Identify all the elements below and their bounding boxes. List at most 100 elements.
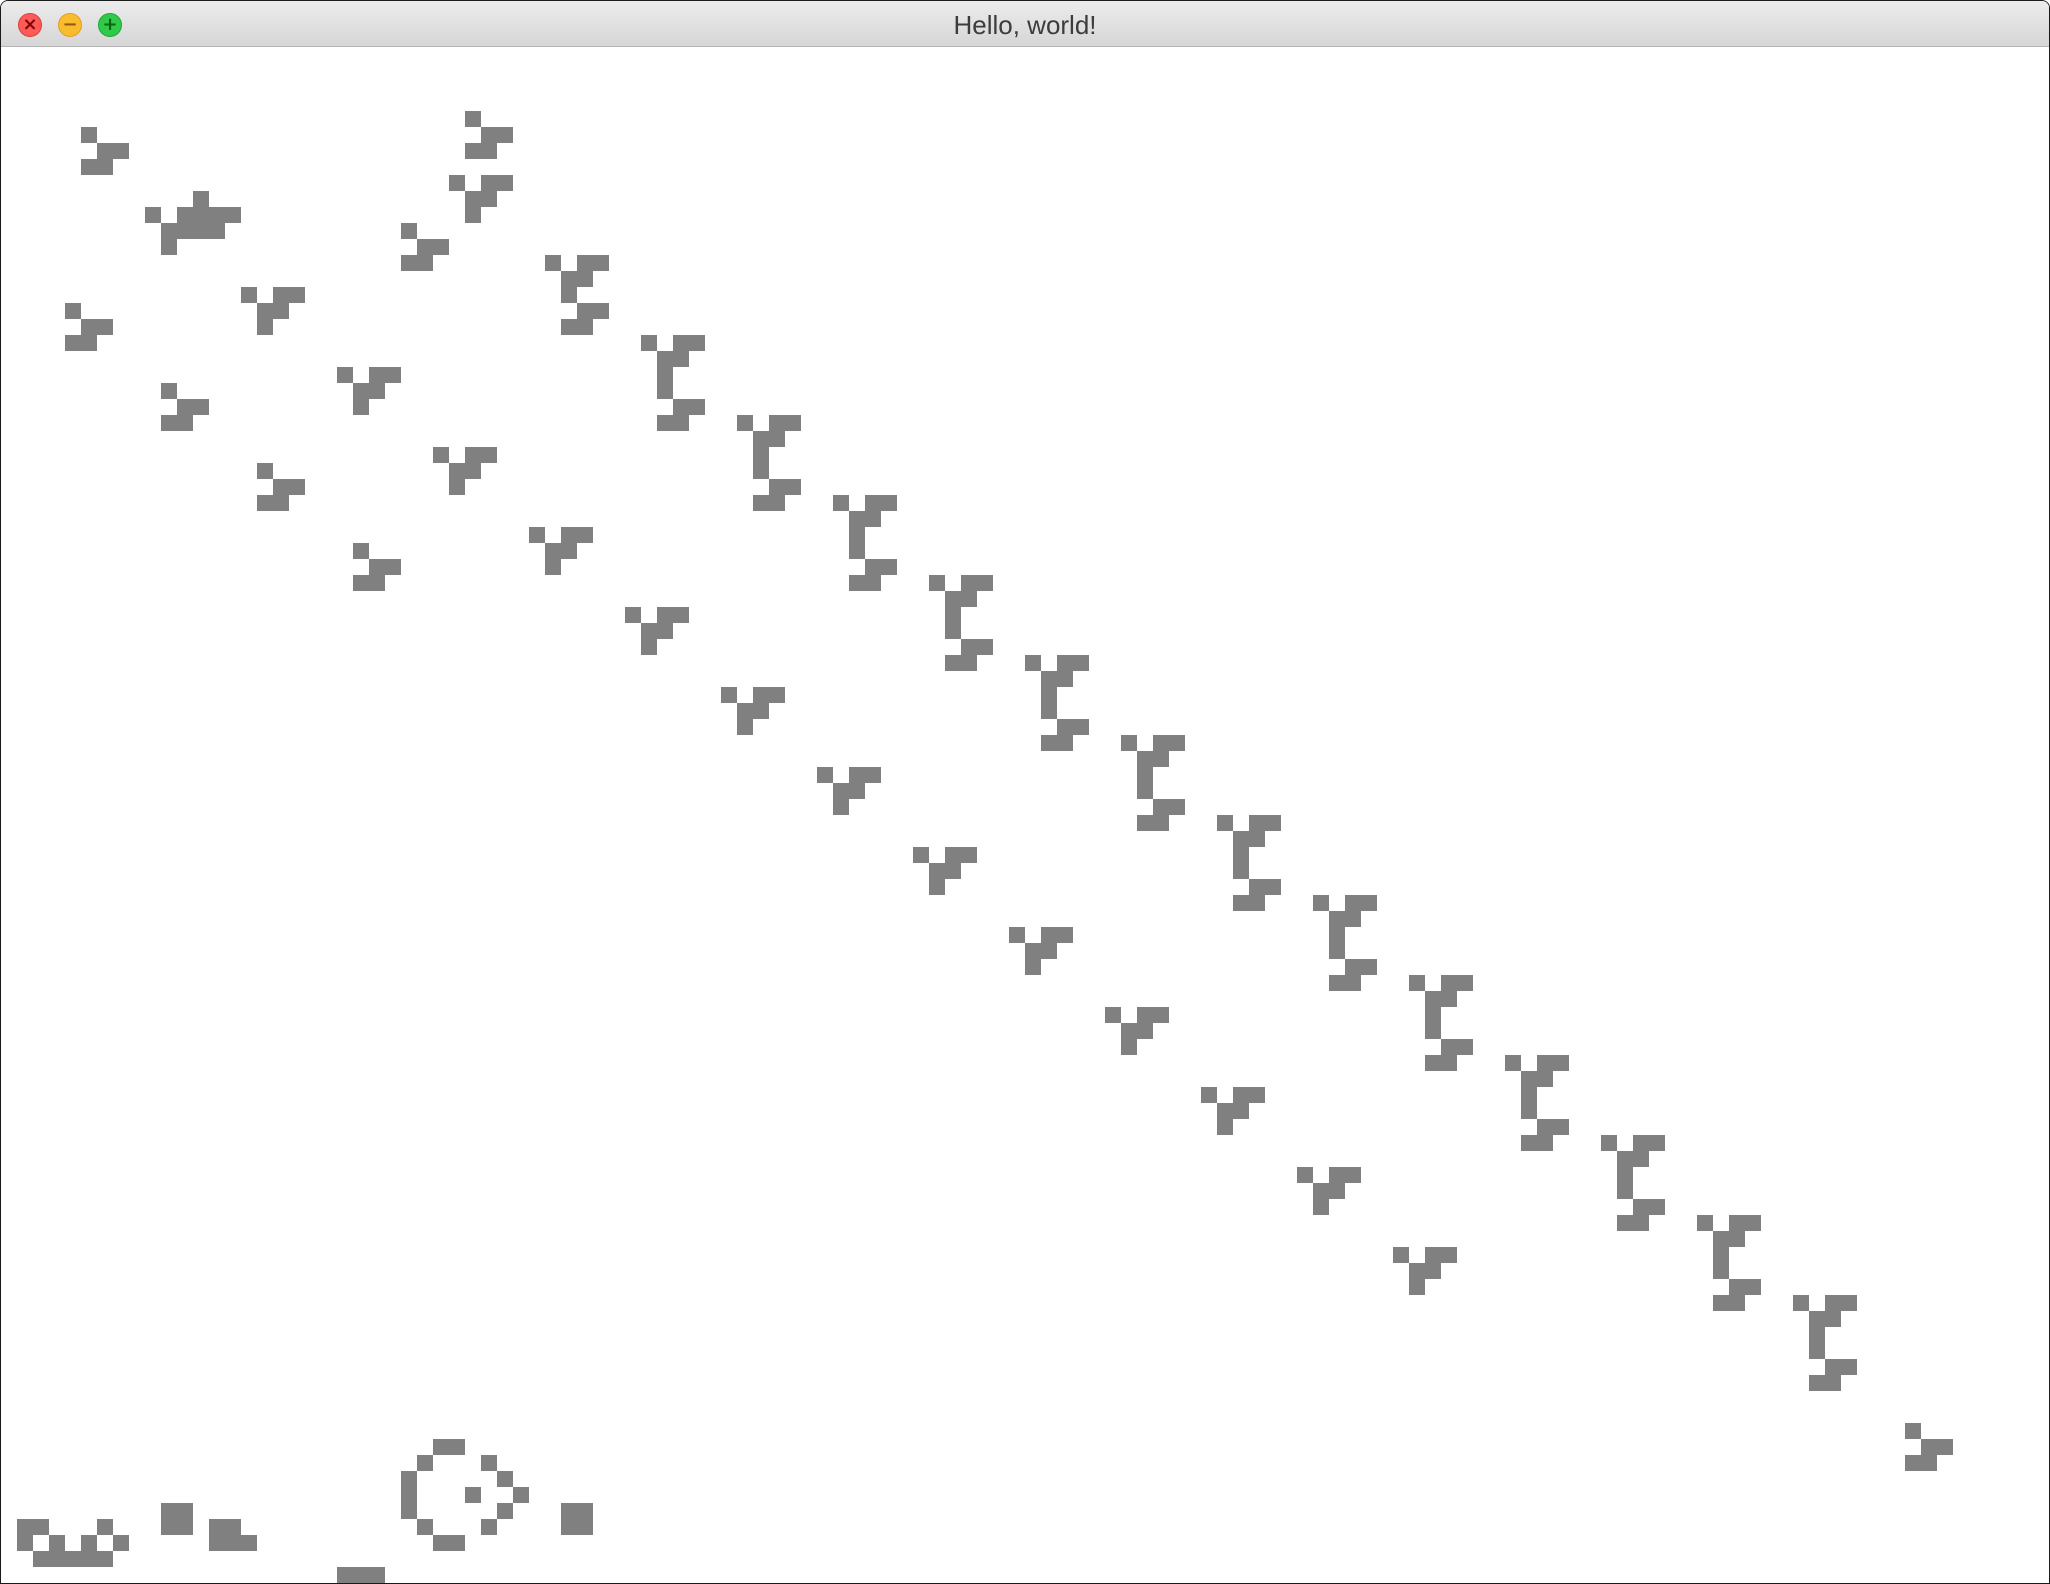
live-cell (673, 399, 689, 415)
live-cell (97, 1551, 113, 1567)
live-cell (577, 303, 593, 319)
live-cell (1233, 1103, 1249, 1119)
live-cell (961, 591, 977, 607)
live-cell (657, 351, 673, 367)
live-cell (1345, 895, 1361, 911)
live-cell (785, 479, 801, 495)
live-cell (1041, 703, 1057, 719)
live-cell (433, 1439, 449, 1455)
live-cell (1537, 1119, 1553, 1135)
live-cell (369, 575, 385, 591)
live-cell (849, 527, 865, 543)
live-cell (81, 1535, 97, 1551)
live-cell (1441, 1247, 1457, 1263)
live-cell (1633, 1199, 1649, 1215)
live-cell (161, 383, 177, 399)
live-cell (1265, 815, 1281, 831)
live-cell (1649, 1135, 1665, 1151)
title-bar[interactable]: × − + Hello, world! (1, 1, 2049, 47)
live-cell (1713, 1247, 1729, 1263)
live-cell (1537, 1135, 1553, 1151)
live-cell (1713, 1231, 1729, 1247)
live-cell (177, 1503, 193, 1519)
live-cell (753, 495, 769, 511)
live-cell (833, 495, 849, 511)
live-cell (449, 479, 465, 495)
live-cell (945, 863, 961, 879)
live-cell (1425, 1055, 1441, 1071)
live-cell (1233, 831, 1249, 847)
live-cell (673, 335, 689, 351)
live-cell (417, 239, 433, 255)
live-cell (1361, 959, 1377, 975)
live-cell (481, 447, 497, 463)
live-cell (1825, 1375, 1841, 1391)
live-cell (497, 1471, 513, 1487)
live-cell (945, 607, 961, 623)
live-cell (1217, 1103, 1233, 1119)
live-cell (1841, 1295, 1857, 1311)
live-cell (481, 1519, 497, 1535)
live-cell (369, 383, 385, 399)
live-cell (1329, 943, 1345, 959)
live-cell (577, 1519, 593, 1535)
live-cell (1329, 911, 1345, 927)
live-cell (65, 335, 81, 351)
live-cell (161, 415, 177, 431)
live-cell (241, 1535, 257, 1551)
live-cell (1537, 1055, 1553, 1071)
live-cell (1841, 1359, 1857, 1375)
live-cell (1905, 1423, 1921, 1439)
live-cell (1441, 975, 1457, 991)
live-cell (577, 1503, 593, 1519)
live-cell (161, 239, 177, 255)
live-cell (561, 1519, 577, 1535)
live-cell (577, 255, 593, 271)
live-cell (1217, 815, 1233, 831)
live-cell (961, 575, 977, 591)
live-cell (17, 1519, 33, 1535)
live-cell (1041, 687, 1057, 703)
live-cell (465, 447, 481, 463)
live-cell (1601, 1135, 1617, 1151)
live-cell (1153, 735, 1169, 751)
live-cell (481, 1455, 497, 1471)
live-cell (33, 1519, 49, 1535)
live-cell (497, 1503, 513, 1519)
live-cell (81, 1551, 97, 1567)
live-cell (337, 367, 353, 383)
live-cell (1057, 655, 1073, 671)
live-cell (49, 1535, 65, 1551)
live-cell (465, 191, 481, 207)
live-cell (193, 207, 209, 223)
live-cell (945, 847, 961, 863)
live-cell (449, 463, 465, 479)
live-cell (209, 1519, 225, 1535)
live-cell (1425, 1247, 1441, 1263)
live-cell (417, 1519, 433, 1535)
live-cell (865, 559, 881, 575)
live-cell (1409, 1263, 1425, 1279)
live-cell (1457, 1039, 1473, 1055)
game-canvas[interactable] (1, 47, 2049, 1583)
live-cell (977, 575, 993, 591)
live-cell (641, 639, 657, 655)
live-cell (113, 1535, 129, 1551)
live-cell (881, 495, 897, 511)
live-cell (401, 223, 417, 239)
live-cell (1441, 1055, 1457, 1071)
live-cell (849, 783, 865, 799)
live-cell (1057, 671, 1073, 687)
live-cell (193, 191, 209, 207)
live-cell (289, 479, 305, 495)
live-cell (849, 511, 865, 527)
live-cell (1521, 1103, 1537, 1119)
live-cell (1697, 1215, 1713, 1231)
live-cell (1809, 1343, 1825, 1359)
live-cell (561, 319, 577, 335)
live-cell (593, 303, 609, 319)
live-cell (1121, 1023, 1137, 1039)
live-cell (145, 207, 161, 223)
live-cell (753, 687, 769, 703)
live-cell (1505, 1055, 1521, 1071)
